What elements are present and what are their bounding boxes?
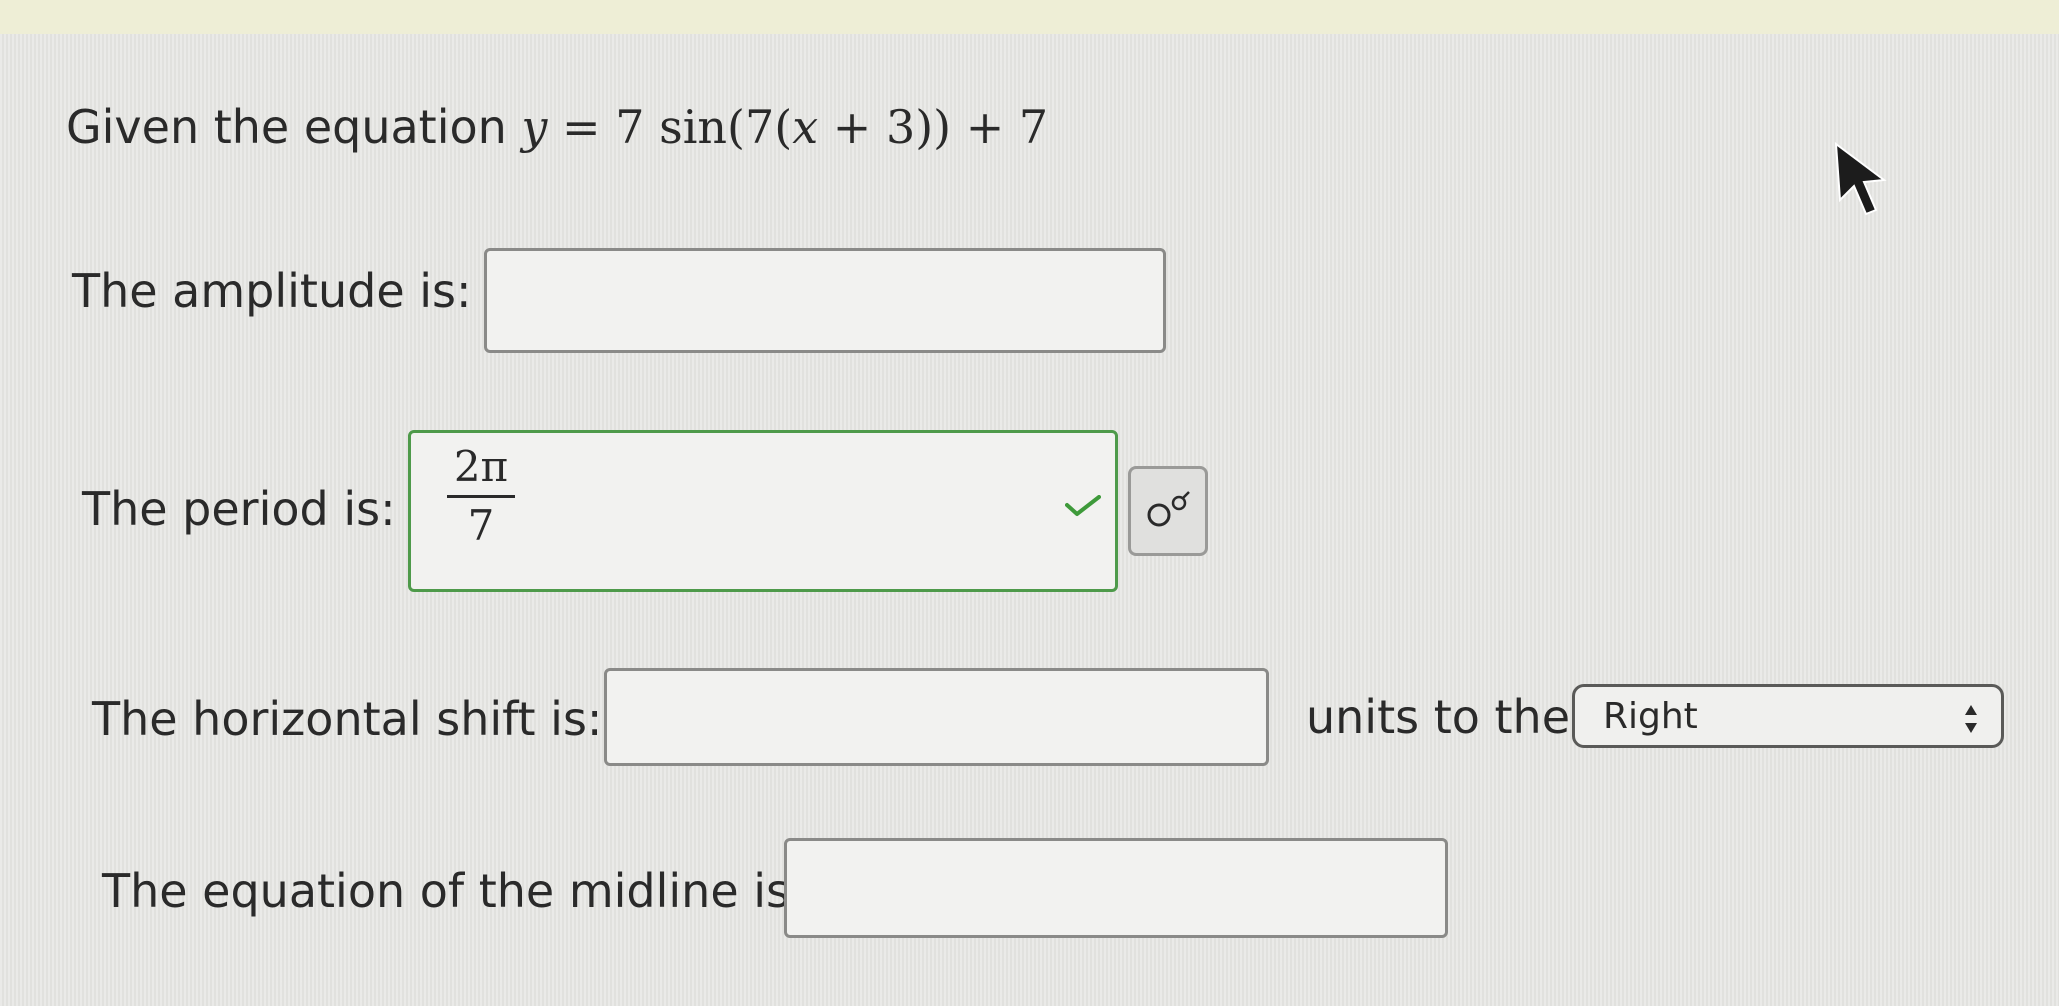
equation-rest: + 3)) + 7 [818,100,1049,154]
period-label: The period is: [82,482,396,536]
amplitude-input[interactable] [484,248,1166,353]
midline-input[interactable] [784,838,1448,938]
fraction-bar [447,495,515,498]
equation: y = 7 sin(7(x + 3)) + 7 [521,100,1048,154]
horizontal-shift-label: The horizontal shift is: [92,692,603,746]
gender-symbol-icon [1147,491,1190,527]
horizontal-shift-input[interactable] [604,668,1269,766]
period-input[interactable]: 2π 7 [408,430,1118,592]
period-denominator: 7 [467,501,495,550]
check-icon [1065,495,1101,516]
equation-middle: = 7 sin(7( [547,100,793,154]
amplitude-label: The amplitude is: [72,264,472,318]
equation-x: x [792,100,819,154]
updown-arrows-icon [1965,705,1977,733]
period-numerator: 2π [453,442,509,491]
direction-selected-value: Right [1603,695,1698,737]
question-line: Given the equation y = 7 sin(7(x + 3)) +… [66,100,1048,154]
mouse-cursor-icon [1834,141,1887,216]
direction-select[interactable]: Right [1572,684,2004,748]
period-fraction: 2π 7 [441,441,521,552]
question-intro: Given the equation [66,100,507,154]
midline-label: The equation of the midline is: [102,864,806,918]
symbol-button[interactable] [1128,466,1208,556]
top-highlight-strip [0,0,2059,34]
units-to-the-label: units to the [1306,690,1571,744]
equation-y: y [521,100,548,154]
